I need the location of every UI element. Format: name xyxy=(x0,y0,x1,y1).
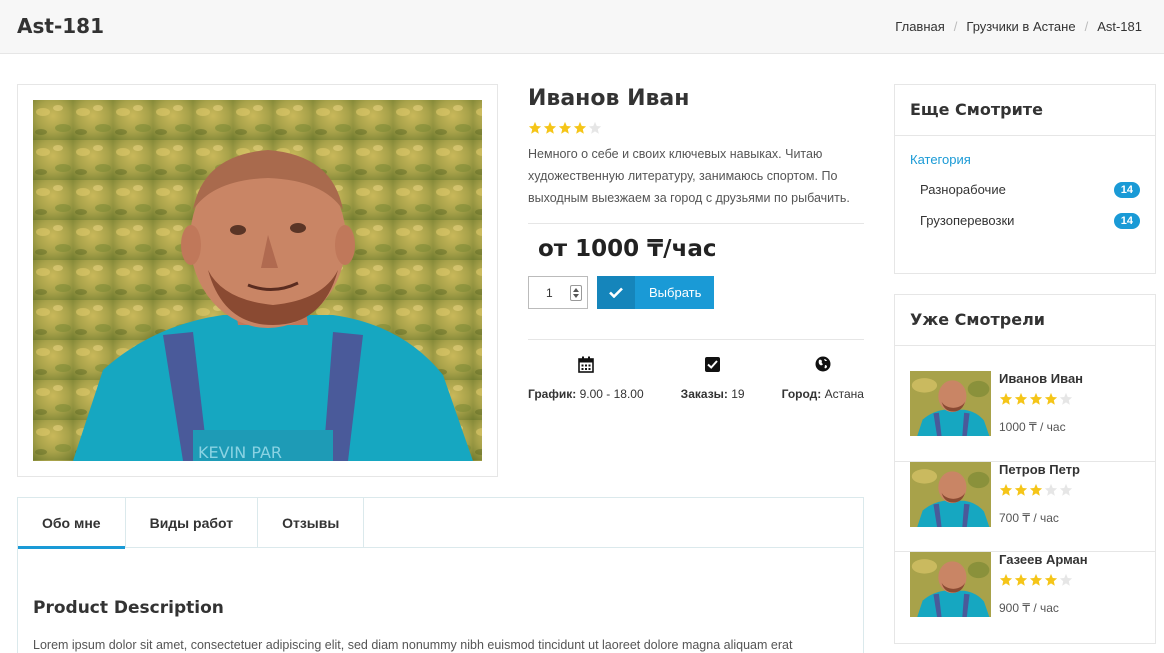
star-empty-icon xyxy=(1059,483,1073,496)
purchase-row: 1 Выбрать xyxy=(528,276,864,309)
rating-stars xyxy=(999,483,1080,498)
recently-viewed-name[interactable]: Иванов Иван xyxy=(999,371,1083,386)
quantity-stepper[interactable]: 1 xyxy=(528,276,588,309)
star-filled-icon xyxy=(543,121,557,134)
star-filled-icon xyxy=(1014,392,1028,405)
product-price: от 1000 ₸/час xyxy=(538,236,717,262)
meta-orders-label: Заказы: xyxy=(680,387,728,401)
product-image-frame: KEVIN PAR xyxy=(17,84,498,477)
star-filled-icon xyxy=(1044,573,1058,586)
recently-viewed-price: 1000 ₸ / час xyxy=(999,420,1066,434)
divider xyxy=(528,339,864,340)
tab-content-text: Lorem ipsum dolor sit amet, consectetuer… xyxy=(33,638,793,652)
svg-text:KEVIN PAR: KEVIN PAR xyxy=(198,443,282,461)
checkbox-icon xyxy=(705,354,721,374)
breadcrumb-home-link[interactable]: Главная xyxy=(895,19,944,34)
category-item[interactable]: Грузоперевозки 14 xyxy=(895,205,1155,236)
see-also-widget: Еще Смотрите Категория Разнорабочие 14 Г… xyxy=(894,84,1156,274)
recently-viewed-item[interactable]: Газеев Арман 900 ₸ / час xyxy=(895,551,1155,641)
rating-stars xyxy=(999,573,1088,588)
recently-viewed-thumbnail[interactable] xyxy=(910,371,991,436)
star-filled-icon xyxy=(528,121,542,134)
count-badge: 14 xyxy=(1113,212,1140,229)
tab-content-title: Product Description xyxy=(33,598,224,618)
recently-viewed-name[interactable]: Газеев Арман xyxy=(999,552,1088,567)
recently-viewed-thumbnail[interactable] xyxy=(910,552,991,617)
category-name: Разнорабочие xyxy=(920,182,1006,197)
star-filled-icon xyxy=(573,121,587,134)
recently-viewed-name[interactable]: Петров Петр xyxy=(999,462,1080,477)
recently-viewed-info: Иванов Иван 1000 ₸ / час xyxy=(999,371,1083,434)
product-description: Немного о себе и своих ключевых навыках.… xyxy=(528,147,850,205)
recently-viewed-title: Уже Смотрели xyxy=(895,295,1155,346)
star-filled-icon xyxy=(999,483,1013,496)
product-meta: График: 9.00 - 18.00 Заказы: 19 Город: А… xyxy=(528,354,864,401)
star-filled-icon xyxy=(1014,573,1028,586)
meta-schedule-value: 9.00 - 18.00 xyxy=(579,387,644,401)
star-filled-icon xyxy=(1044,392,1058,405)
recently-viewed-price: 700 ₸ / час xyxy=(999,511,1059,525)
star-filled-icon xyxy=(558,121,572,134)
count-badge: 14 xyxy=(1113,181,1140,198)
breadcrumb: Главная / Грузчики в Астане / Ast-181 xyxy=(895,19,1142,34)
select-button-label: Выбрать xyxy=(649,285,702,300)
page-title: Ast-181 xyxy=(17,14,104,38)
star-filled-icon xyxy=(1029,392,1043,405)
meta-orders: Заказы: 19 xyxy=(681,354,745,401)
star-empty-icon xyxy=(1059,573,1073,586)
category-link[interactable]: Категория xyxy=(910,152,1155,167)
category-name: Грузоперевозки xyxy=(920,213,1015,228)
tab-about[interactable]: Обо мне xyxy=(18,498,126,549)
top-header: Ast-181 Главная / Грузчики в Астане / As… xyxy=(0,0,1164,54)
star-filled-icon xyxy=(1029,573,1043,586)
tabs-panel: Обо мне Виды работ Отзывы Product Descri… xyxy=(17,497,864,653)
recently-viewed-price: 900 ₸ / час xyxy=(999,601,1059,615)
recently-viewed-widget: Уже Смотрели Иванов Иван 1000 ₸ / час Петр… xyxy=(894,294,1156,644)
checkmark-icon xyxy=(597,276,635,309)
product-photo[interactable]: KEVIN PAR xyxy=(33,100,482,461)
breadcrumb-separator: / xyxy=(1084,19,1089,34)
recently-viewed-item[interactable]: Петров Петр 700 ₸ / час xyxy=(895,461,1155,551)
meta-schedule: График: 9.00 - 18.00 xyxy=(528,354,644,401)
recently-viewed-info: Петров Петр 700 ₸ / час xyxy=(999,462,1080,525)
person-photo-illustration: KEVIN PAR xyxy=(33,100,482,461)
meta-city: Город: Астана xyxy=(782,354,864,401)
breadcrumb-category-link[interactable]: Грузчики в Астане xyxy=(966,19,1075,34)
star-filled-icon xyxy=(999,392,1013,405)
see-also-title: Еще Смотрите xyxy=(895,85,1155,136)
tab-reviews[interactable]: Отзывы xyxy=(258,498,365,548)
calendar-icon xyxy=(578,354,594,374)
quantity-value: 1 xyxy=(546,286,553,300)
breadcrumb-separator: / xyxy=(953,19,958,34)
select-button[interactable]: Выбрать xyxy=(597,276,714,309)
product-name: Иванов Иван xyxy=(528,86,690,111)
star-empty-icon xyxy=(588,121,602,134)
category-item[interactable]: Разнорабочие 14 xyxy=(895,174,1155,205)
product-info: Иванов Иван Немного о себе и своих ключе… xyxy=(528,84,864,401)
meta-city-value: Астана xyxy=(824,387,864,401)
recently-viewed-thumbnail[interactable] xyxy=(910,462,991,527)
recently-viewed-list: Иванов Иван 1000 ₸ / час Петров Петр 700 ₸ … xyxy=(895,346,1155,641)
rating-stars xyxy=(999,392,1083,407)
meta-orders-value: 19 xyxy=(731,387,745,401)
recently-viewed-item[interactable]: Иванов Иван 1000 ₸ / час xyxy=(895,371,1155,461)
star-filled-icon xyxy=(999,573,1013,586)
quantity-spinner-icon[interactable] xyxy=(570,285,582,301)
globe-icon xyxy=(815,354,831,374)
breadcrumb-current: Ast-181 xyxy=(1097,19,1142,34)
rating-stars xyxy=(528,121,864,137)
recently-viewed-info: Газеев Арман 900 ₸ / час xyxy=(999,552,1088,615)
tab-services[interactable]: Виды работ xyxy=(126,498,259,548)
meta-city-label: Город: xyxy=(781,387,822,401)
star-empty-icon xyxy=(1059,392,1073,405)
divider xyxy=(528,223,864,224)
meta-schedule-label: График: xyxy=(528,387,577,401)
star-empty-icon xyxy=(1044,483,1058,496)
star-filled-icon xyxy=(1029,483,1043,496)
tab-bar: Обо мне Виды работ Отзывы xyxy=(18,498,863,549)
star-filled-icon xyxy=(1014,483,1028,496)
